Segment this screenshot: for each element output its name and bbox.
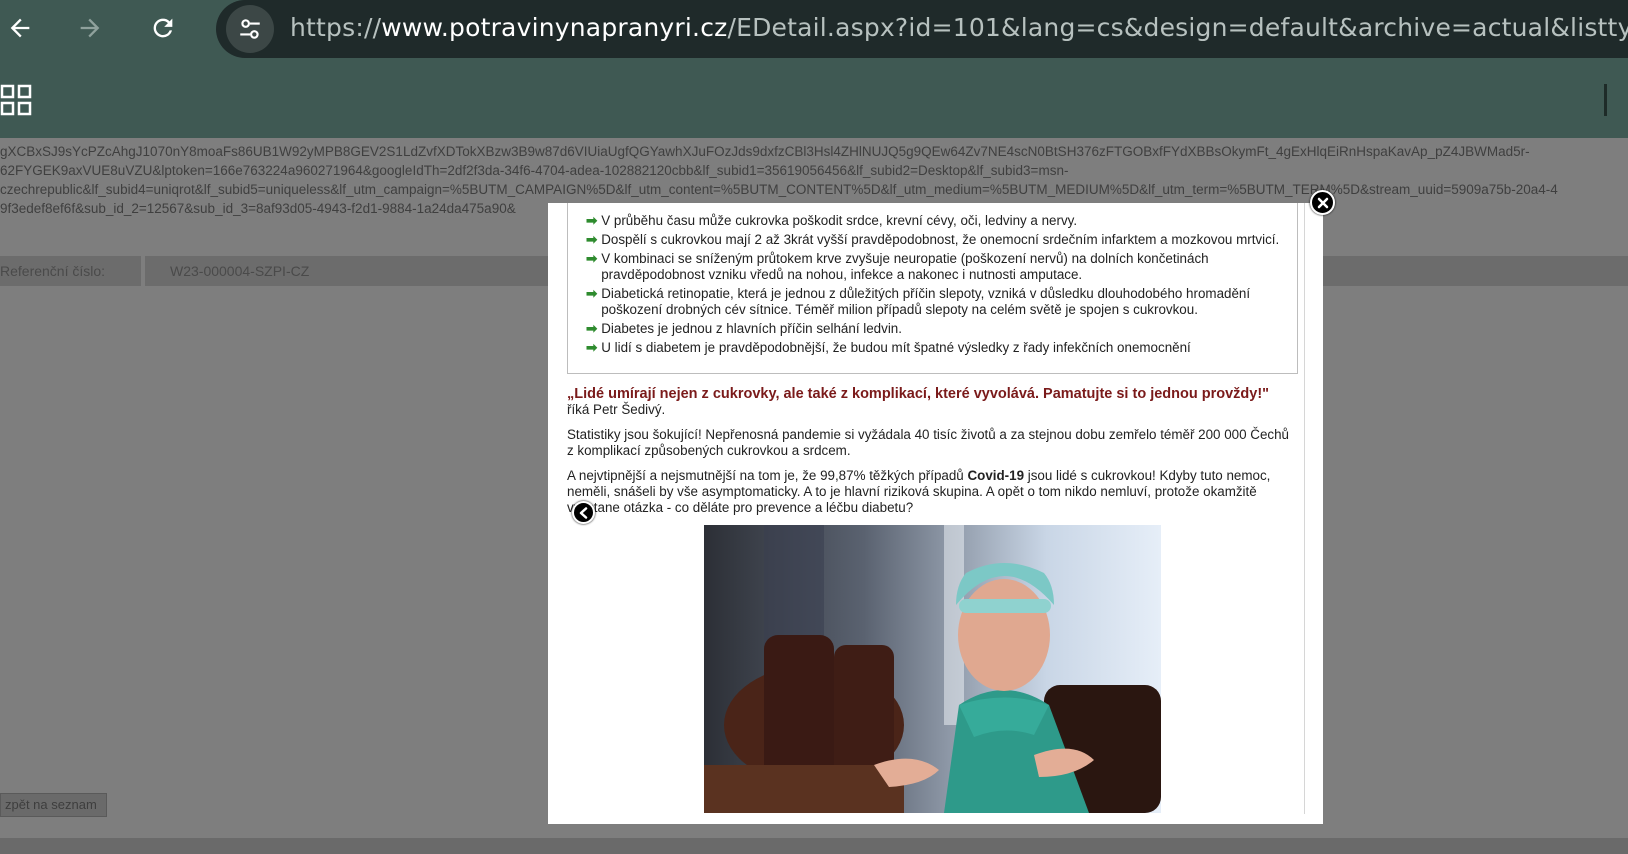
reference-value: W23-000004-SZPI-CZ	[170, 263, 310, 279]
tune-icon	[240, 19, 260, 39]
doctor-illustration	[704, 525, 1161, 813]
paragraph-covid: A nejvtipnější a nejsmutnější na tom je,…	[567, 468, 1297, 516]
modal-content[interactable]: ➡ V průběhu času může cukrovka poškodit s…	[567, 203, 1305, 814]
arrow-right-icon	[80, 18, 100, 38]
url-dump-line: gXCBxSJ9sYcPZcAhgJ1070nY8moaFs86UB1W92yM…	[0, 144, 1530, 159]
list-item: ➡ Dospělí s cukrovkou mají 2 až 3krát vyš…	[586, 232, 1286, 248]
bullet-list: ➡ V průběhu času může cukrovka poškodit s…	[586, 213, 1286, 359]
address-bar[interactable]: https://www.potravinynapranyri.cz/EDetai…	[216, 0, 1628, 58]
toolbar-divider	[1604, 84, 1607, 116]
list-item: ➡ Diabetická retinopatie, která je jednou…	[586, 286, 1286, 318]
arrow-right-icon: ➡	[586, 321, 598, 336]
list-item: ➡ Diabetes je jednou z hlavních příčin se…	[586, 321, 1286, 337]
paragraph-text: A nejvtipnější a nejsmutnější na tom je,…	[567, 468, 968, 483]
url-prefix: https://	[290, 13, 382, 42]
reload-button[interactable]	[143, 8, 183, 48]
browser-toolbar: https://www.potravinynapranyri.cz/EDetai…	[0, 0, 1628, 138]
url-path: /EDetail.aspx?id=101&lang=cs&design=defa…	[727, 13, 1628, 42]
list-item-text: V kombinaci se sníženým průtokem krve zv…	[601, 251, 1209, 282]
list-item-text: Diabetická retinopatie, která je jednou …	[601, 286, 1251, 317]
forward-button[interactable]	[70, 8, 110, 48]
arrow-left-icon	[10, 18, 30, 38]
paragraph-bold: Covid-19	[967, 468, 1025, 483]
url-dump-line: czechrepublic&lf_subid4=uniqrot&lf_subid…	[0, 182, 1558, 197]
reload-icon	[153, 18, 173, 38]
list-item: ➡ V kombinaci se sníženým průtokem krve z…	[586, 251, 1286, 283]
doctor-photo	[704, 525, 1161, 813]
list-item-text: Dospělí s cukrovkou mají 2 až 3krát vyšš…	[601, 232, 1280, 247]
close-icon	[1317, 197, 1328, 208]
bullet-box: ➡ V průběhu času může cukrovka poškodit s…	[567, 203, 1298, 374]
quote-heading: „Lidé umírají nejen z cukrovky, ale také…	[567, 386, 1270, 402]
apps-button[interactable]	[0, 84, 32, 116]
list-item-text: U lidí s diabetem je pravděpodobnější, ž…	[601, 340, 1191, 355]
back-to-list-button[interactable]: zpět na seznam	[0, 793, 107, 817]
paragraph-statistics: Statistiky jsou šokující! Nepřenosná pan…	[567, 427, 1289, 458]
arrow-right-icon: ➡	[586, 251, 598, 266]
quote-attribution: říká Petr Šedivý.	[567, 402, 666, 417]
site-info-button[interactable]	[226, 5, 274, 53]
url-text[interactable]: https://www.potravinynapranyri.cz/EDetai…	[290, 13, 1628, 42]
grid-icon	[0, 84, 32, 116]
list-item: ➡ U lidí s diabetem je pravděpodobnější, …	[586, 340, 1286, 356]
url-host: www.potravinynapranyri.cz	[381, 13, 728, 42]
reference-label: Referenční číslo:	[0, 256, 145, 286]
arrow-right-icon: ➡	[586, 213, 598, 228]
bottom-strip	[0, 838, 1628, 854]
close-modal-button[interactable]	[1310, 190, 1335, 215]
chevron-left-icon	[579, 506, 587, 519]
list-item-text: Diabetes je jednou z hlavních příčin sel…	[601, 321, 902, 336]
back-button[interactable]	[0, 8, 40, 48]
arrow-right-icon: ➡	[586, 286, 598, 301]
url-dump-line: 62FYGEK9axVUE8uVZU&lptoken=166e763224a96…	[0, 163, 1069, 178]
arrow-right-icon: ➡	[586, 340, 598, 355]
list-item: ➡ V průběhu času může cukrovka poškodit s…	[586, 213, 1286, 229]
list-item-text: V průběhu času může cukrovka poškodit sr…	[601, 213, 1078, 228]
arrow-right-icon: ➡	[586, 232, 598, 247]
lightbox-modal: ➡ V průběhu času může cukrovka poškodit s…	[548, 203, 1323, 824]
previous-slide-button[interactable]	[572, 501, 595, 524]
